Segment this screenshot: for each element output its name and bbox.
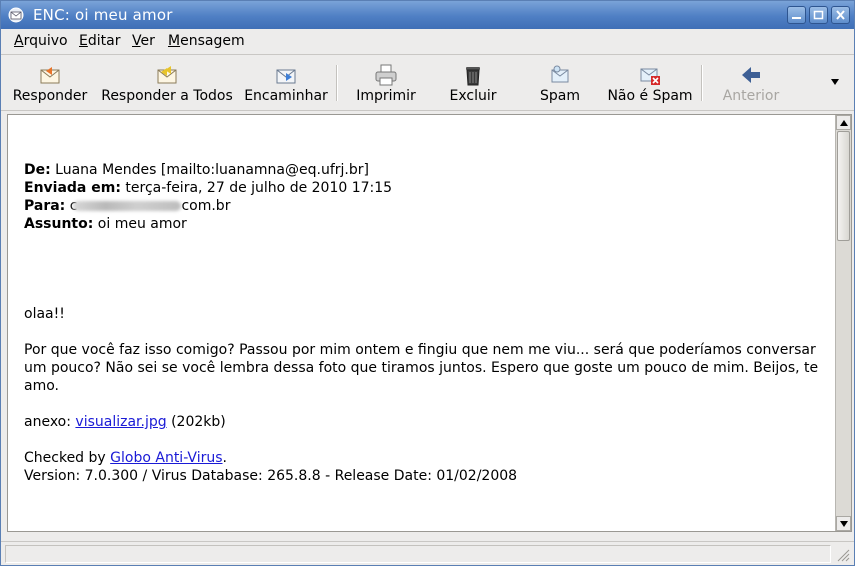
attachment-link[interactable]: visualizar.jpg: [75, 414, 166, 430]
printer-icon: [375, 64, 397, 86]
status-bar: [1, 541, 854, 565]
status-pane: [5, 545, 831, 563]
toolbar-separator: [701, 65, 703, 101]
header-subject: Assunto: oi meu amor: [24, 216, 187, 232]
delete-button[interactable]: Excluir: [437, 55, 509, 111]
spam-icon: [551, 65, 569, 83]
reply-all-icon: [157, 66, 177, 84]
message-body: De: Luana Mendes [mailto:luanamna@eq.ufr…: [24, 161, 819, 485]
greeting: olaa!!: [24, 306, 65, 322]
trash-icon: [466, 67, 480, 86]
chevron-down-icon[interactable]: [830, 78, 840, 86]
scrollbar-thumb[interactable]: [837, 131, 850, 241]
mail-app-icon: [8, 7, 24, 23]
forward-button[interactable]: Encaminhar: [242, 55, 330, 111]
previous-button[interactable]: Anterior: [715, 55, 787, 111]
body-paragraph: Por que você faz isso comigo? Passou por…: [24, 342, 819, 394]
chevron-down-icon: [840, 521, 848, 527]
reply-icon: [40, 67, 60, 84]
title-bar: ENC: oi meu amor: [1, 1, 854, 29]
not-spam-icon: [640, 68, 660, 85]
scroll-up-button[interactable]: [836, 115, 851, 130]
menu-arquivo[interactable]: Arquivo: [14, 33, 68, 49]
toolbar-separator: [336, 65, 338, 101]
minimize-icon: [792, 17, 801, 19]
spam-button[interactable]: Spam: [523, 55, 597, 111]
header-from: De: Luana Mendes [mailto:luanamna@eq.ufr…: [24, 162, 369, 178]
reply-all-button[interactable]: Responder a Todos: [95, 55, 239, 111]
redacted-recipient: [73, 201, 182, 211]
menu-mensagem[interactable]: Mensagem: [168, 33, 245, 49]
antivirus-line: Checked by Globo Anti-Virus.: [24, 450, 227, 466]
header-to: Para: c com.br: [24, 198, 231, 214]
message-view[interactable]: De: Luana Mendes [mailto:luanamna@eq.ufr…: [7, 114, 852, 532]
chevron-up-icon: [840, 120, 848, 126]
toolbar: Responder Responder a Todos Encaminhar I…: [1, 55, 854, 111]
mail-window: ENC: oi meu amor Arquivo Editar Ver Mens…: [0, 0, 855, 566]
menu-editar[interactable]: Editar: [79, 33, 120, 49]
header-sent: Enviada em: terça-feira, 27 de julho de …: [24, 180, 393, 196]
close-icon: [836, 10, 845, 20]
menu-ver[interactable]: Ver: [132, 33, 155, 49]
attachment-line: anexo: visualizar.jpg (202kb): [24, 414, 226, 430]
antivirus-link[interactable]: Globo Anti-Virus: [110, 450, 222, 466]
close-button[interactable]: [831, 6, 850, 24]
vertical-scrollbar[interactable]: [835, 115, 851, 531]
maximize-icon: [813, 10, 824, 20]
antivirus-version: Version: 7.0.300 / Virus Database: 265.8…: [24, 468, 518, 484]
resize-grip-icon[interactable]: [836, 548, 850, 562]
maximize-button[interactable]: [809, 6, 828, 24]
scroll-down-button[interactable]: [836, 516, 851, 531]
minimize-button[interactable]: [787, 6, 806, 24]
not-spam-button[interactable]: Não é Spam: [605, 55, 695, 111]
arrow-left-icon: [742, 67, 760, 83]
menu-bar: Arquivo Editar Ver Mensagem: [1, 29, 854, 55]
print-button[interactable]: Imprimir: [349, 55, 423, 111]
reply-button[interactable]: Responder: [7, 55, 93, 111]
forward-icon: [276, 69, 296, 84]
window-title: ENC: oi meu amor: [33, 6, 173, 24]
